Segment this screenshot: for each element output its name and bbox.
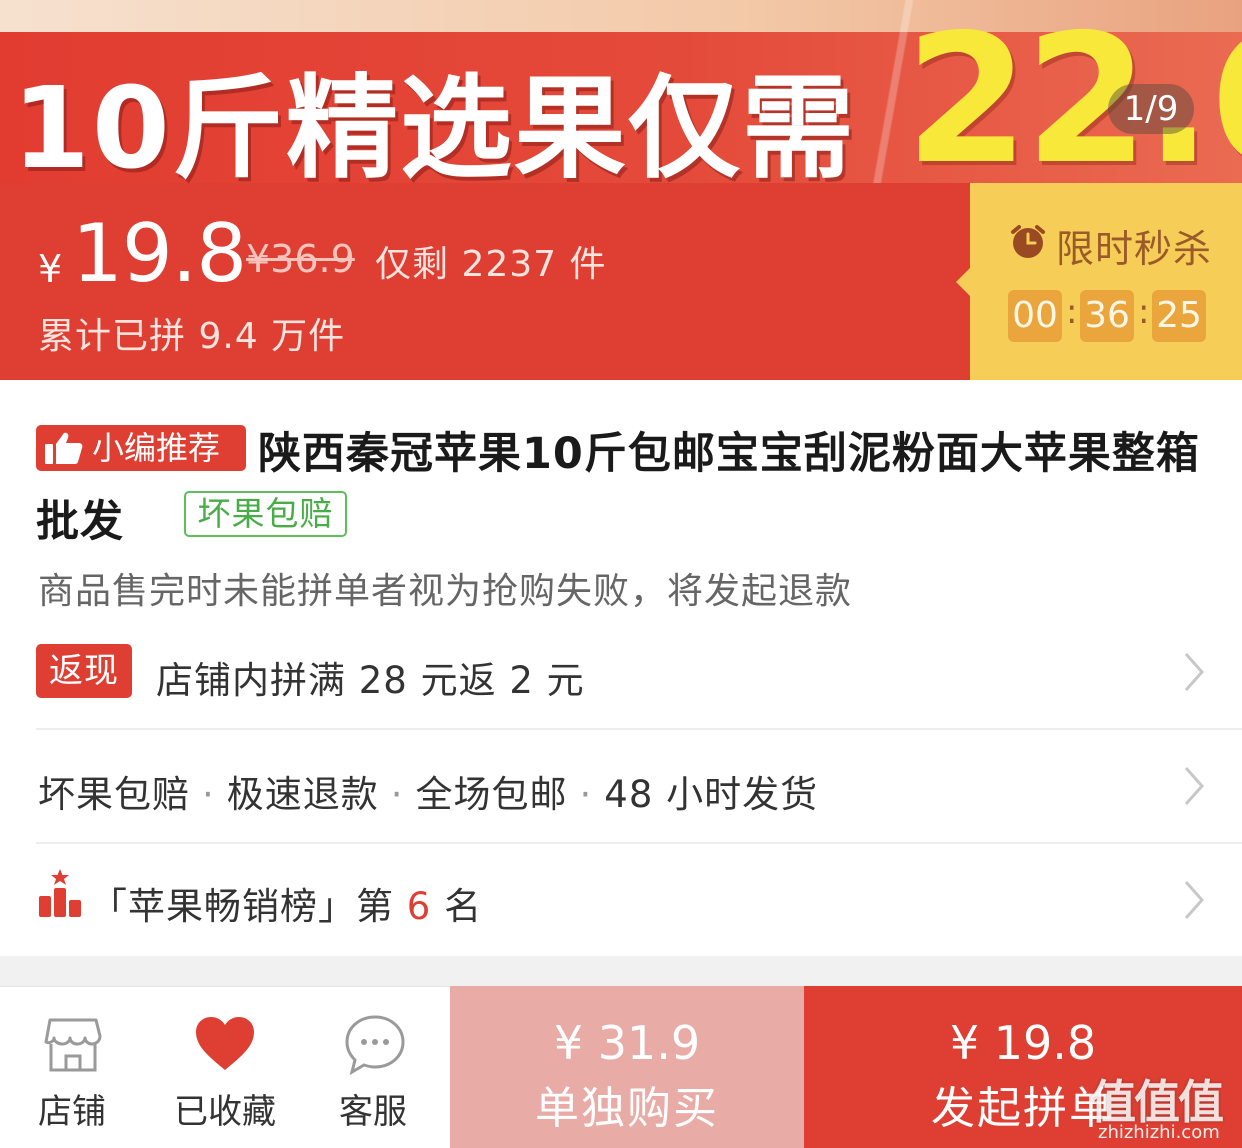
separator-dot: ·	[390, 773, 404, 816]
service-item: 坏果包赔	[38, 773, 190, 816]
banner-headline: 10斤精选果仅需	[12, 64, 856, 183]
cashback-text: 店铺内拼满 28 元返 2 元	[156, 659, 585, 702]
ranking-suffix: 名	[444, 885, 483, 928]
banner-price: 22.6	[905, 0, 1242, 183]
service-list: 坏果包赔 · 极速退款 · 全场包邮 · 48 小时发货	[38, 764, 818, 818]
favorite-label: 已收藏	[174, 1092, 276, 1132]
buy-alone-button[interactable]: ¥ 31.9 单独购买	[450, 986, 804, 1148]
price-strip: ¥ 19.8 ¥36.9 仅剩 2237 件 累计已拼 9.4 万件	[0, 183, 970, 380]
chevron-right-icon	[1184, 653, 1205, 691]
service-item: 48 小时发货	[604, 773, 819, 816]
countdown-minutes: 36	[1080, 290, 1134, 342]
service-item: 全场包邮	[415, 773, 568, 816]
refund-notice: 商品售完时未能拼单者视为抢购失败，将发起退款	[38, 571, 853, 612]
divider	[36, 728, 1242, 730]
flash-sale-notch	[956, 268, 970, 296]
store-icon	[44, 1018, 102, 1072]
service-item: 极速退款	[226, 773, 379, 816]
shop-label: 店铺	[38, 1092, 106, 1132]
currency-symbol: ¥	[38, 247, 63, 291]
cashback-tag: 返现	[36, 644, 132, 698]
chevron-right-icon	[1184, 881, 1205, 919]
flash-sale-label: 限时秒杀	[1056, 227, 1213, 271]
ranking-podium-icon	[39, 869, 81, 917]
group-price: 19.8	[72, 207, 247, 300]
ranking-number: 6	[406, 885, 432, 928]
chat-bubble-icon	[345, 1015, 405, 1076]
single-price: ¥ 31.9	[553, 1016, 701, 1070]
group-buy-price: ¥ 19.8	[949, 1016, 1097, 1070]
customer-service-label: 客服	[339, 1092, 407, 1132]
flash-sale-panel	[970, 183, 1242, 380]
guarantee-tag: 坏果包赔	[184, 491, 347, 537]
original-price: ¥36.9	[246, 237, 355, 281]
total-sold: 累计已拼 9.4 万件	[38, 316, 346, 357]
countdown-separator: :	[1066, 292, 1078, 332]
ranking-prefix: 「苹果畅销榜」第	[90, 885, 394, 928]
separator-dot: ·	[579, 773, 593, 816]
countdown-seconds: 25	[1152, 290, 1206, 342]
image-pager: 1/9	[1108, 84, 1194, 134]
recommend-tag-label: 小编推荐	[92, 429, 221, 467]
thumbs-up-icon	[45, 432, 83, 464]
stock-remaining: 仅剩 2237 件	[375, 244, 607, 285]
countdown-hours: 00	[1008, 290, 1062, 342]
ranking-text: 「苹果畅销榜」第 6 名	[90, 876, 482, 930]
single-label: 单独购买	[535, 1083, 719, 1134]
product-image-banner[interactable]: 10斤精选果仅需 22.6 1/9	[0, 0, 1242, 183]
watermark-url: zhizhizhi.com	[1098, 1122, 1220, 1143]
heart-icon	[196, 1017, 254, 1070]
section-gap	[0, 956, 1242, 986]
divider	[36, 842, 1242, 844]
countdown-separator: :	[1138, 292, 1150, 332]
separator-dot: ·	[202, 773, 215, 816]
alarm-clock-icon	[1011, 225, 1045, 258]
chevron-right-icon	[1184, 767, 1205, 805]
